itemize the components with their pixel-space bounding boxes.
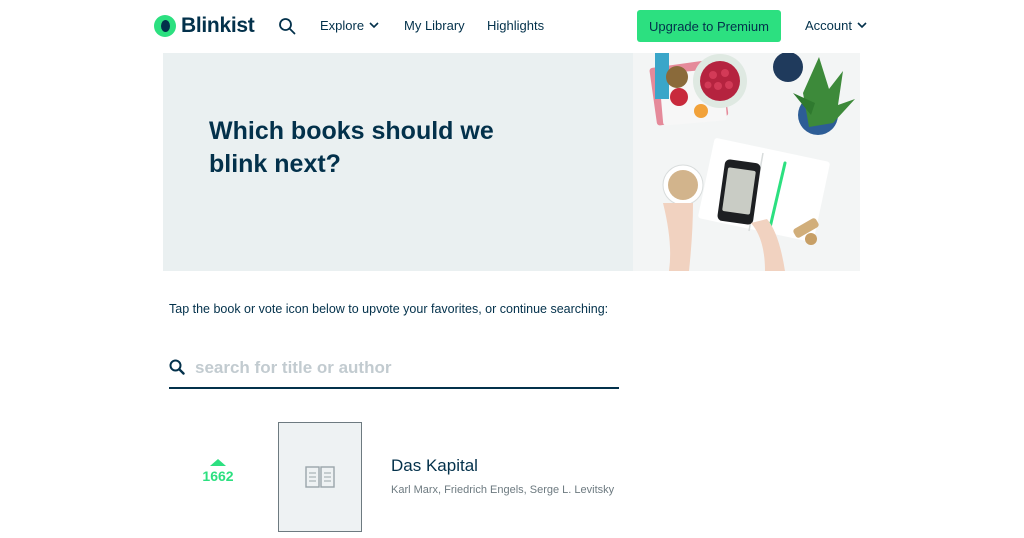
nav-account[interactable]: Account: [805, 18, 867, 33]
chevron-down-icon: [369, 22, 379, 29]
open-book-icon: [305, 466, 335, 488]
hero-banner: Which books should we blink next?: [163, 53, 860, 271]
nav-explore[interactable]: Explore: [320, 18, 379, 33]
book-cover[interactable]: [278, 422, 362, 532]
nav-highlights[interactable]: Highlights: [487, 18, 544, 33]
search-icon: [169, 359, 185, 375]
nav-explore-label: Explore: [320, 18, 365, 33]
blinkist-logo-icon: [154, 15, 176, 37]
desk-illustration: [633, 53, 860, 271]
nav-my-library[interactable]: My Library: [404, 18, 465, 33]
book-search: [169, 355, 619, 389]
logo-text: Blinkist: [181, 14, 255, 37]
book-authors: Karl Marx, Friedrich Engels, Serge L. Le…: [391, 484, 615, 496]
book-title[interactable]: Das Kapital: [391, 456, 478, 476]
search-icon[interactable]: [278, 17, 296, 35]
hero-title: Which books should we blink next?: [209, 117, 494, 178]
chevron-down-icon: [857, 22, 867, 29]
upgrade-premium-button[interactable]: Upgrade to Premium: [637, 10, 781, 42]
top-nav: Blinkist Explore My Library Highlights U…: [0, 0, 1024, 52]
search-input[interactable]: [195, 355, 605, 381]
instructions-text: Tap the book or vote icon below to upvot…: [169, 302, 609, 316]
vote-count: 1662: [202, 468, 234, 484]
upvote-button[interactable]: 1662: [199, 459, 237, 486]
upvote-arrow-icon: [210, 459, 226, 466]
nav-account-label: Account: [805, 18, 852, 33]
logo[interactable]: Blinkist: [154, 13, 255, 39]
